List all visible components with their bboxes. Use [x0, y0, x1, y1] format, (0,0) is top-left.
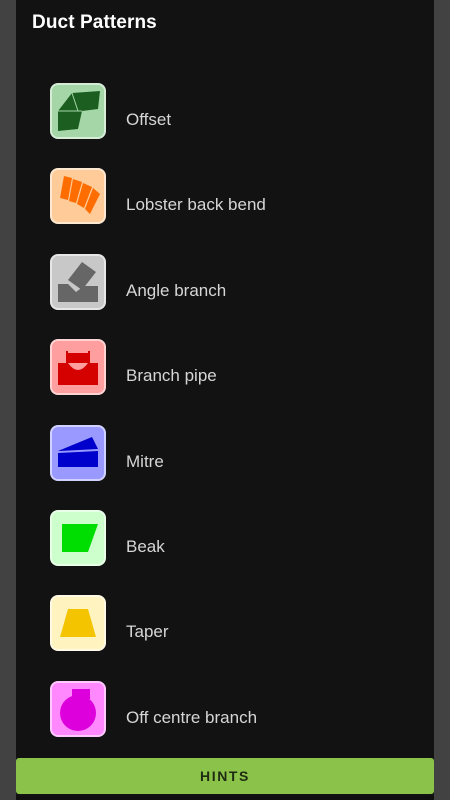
- item-label: Lobster back bend: [126, 195, 266, 215]
- divider: [16, 796, 434, 800]
- list-item-off-centre-branch[interactable]: Off centre branch: [16, 679, 434, 764]
- list-item-offset[interactable]: Offset: [16, 81, 434, 166]
- page-title: Duct Patterns: [32, 12, 157, 33]
- off-centre-branch-icon: [50, 680, 106, 737]
- lobster-back-bend-icon: [50, 168, 106, 225]
- item-label: Angle branch: [126, 280, 227, 300]
- list-item-taper[interactable]: Taper: [16, 593, 434, 678]
- branch-pipe-icon: [50, 339, 106, 396]
- list-item-branch-pipe[interactable]: Branch pipe: [16, 337, 434, 422]
- list-item-lobster-back-bend[interactable]: Lobster back bend: [16, 166, 434, 251]
- item-label: Branch pipe: [126, 366, 217, 386]
- item-label: Taper: [126, 622, 169, 642]
- mitre-icon: [50, 424, 106, 481]
- offset-icon: [50, 83, 106, 139]
- list-item-angle-branch[interactable]: Angle branch: [16, 252, 434, 337]
- list-item-beak[interactable]: Beak: [16, 508, 434, 593]
- hints-button[interactable]: HINTS: [16, 758, 434, 794]
- item-label: Offset: [126, 110, 172, 129]
- angle-branch-icon: [50, 253, 106, 310]
- beak-icon: [50, 509, 106, 566]
- item-label: Mitre: [126, 451, 164, 471]
- item-label: Beak: [126, 536, 165, 556]
- duct-patterns-panel: Duct Patterns Offset Lobster back bend A…: [16, 0, 434, 800]
- taper-icon: [50, 595, 106, 652]
- list-item-mitre[interactable]: Mitre: [16, 423, 434, 508]
- item-label: Off centre branch: [126, 707, 258, 727]
- pattern-list: Offset Lobster back bend Angle branch Br…: [16, 81, 434, 764]
